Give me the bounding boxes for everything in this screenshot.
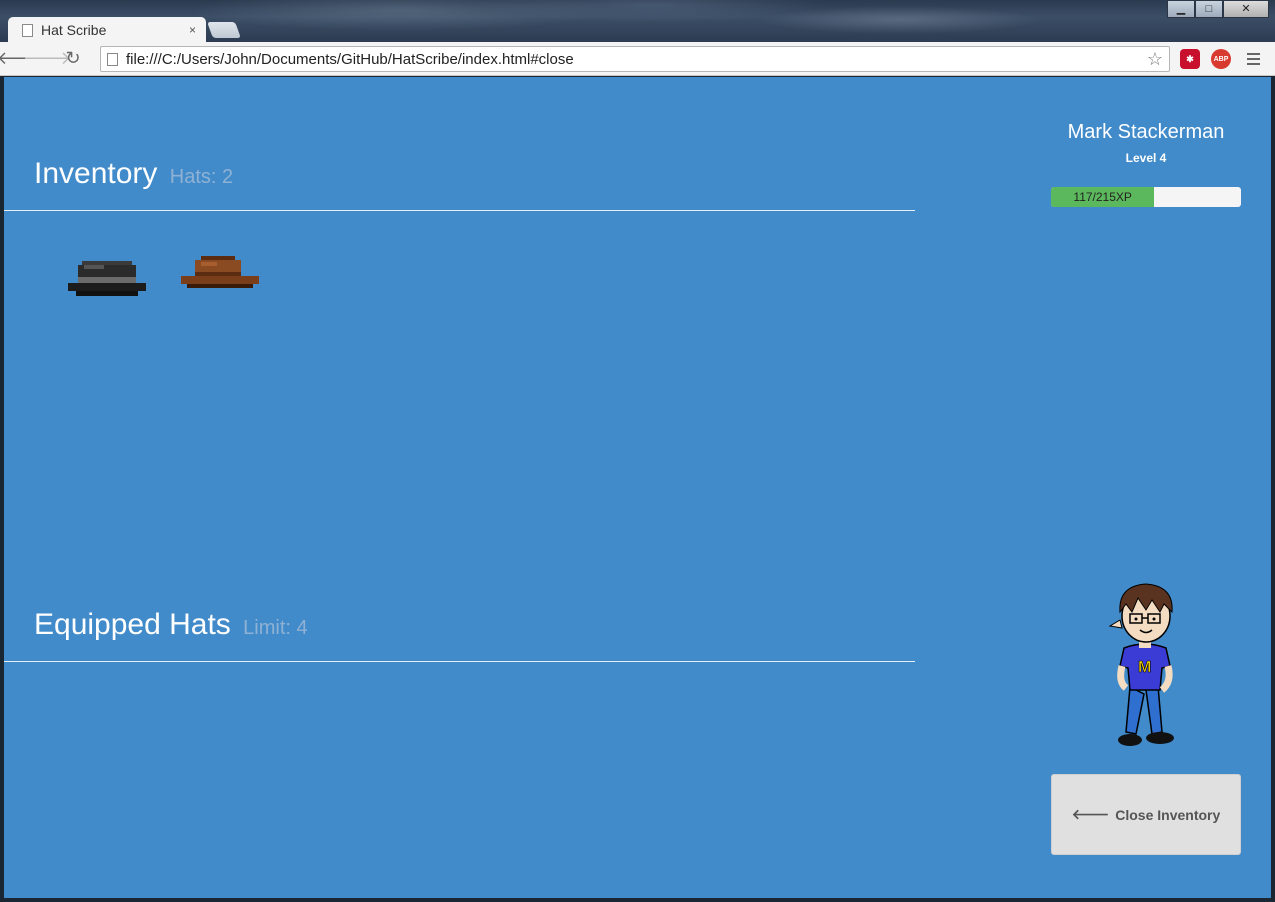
inventory-title: Inventory xyxy=(34,157,158,190)
page-icon xyxy=(107,52,118,66)
window-titlebar: ▁ □ ✕ Hat Scribe × xyxy=(0,0,1275,42)
tab-close-icon[interactable]: × xyxy=(189,23,196,37)
tab-title: Hat Scribe xyxy=(41,22,107,38)
bookmark-star-icon[interactable]: ☆ xyxy=(1147,49,1163,70)
close-inventory-button[interactable]: 🡐 Close Inventory xyxy=(1051,774,1241,855)
xp-progress-bar: 117/215XP xyxy=(1051,187,1241,207)
arrow-left-icon: 🡐 xyxy=(1071,806,1110,822)
maximize-button[interactable]: □ xyxy=(1195,0,1223,18)
reload-icon[interactable]: ↻ xyxy=(60,46,86,72)
hat-count: Hats: 2 xyxy=(169,166,234,188)
url-text[interactable]: file:///C:/Users/John/Documents/GitHub/H… xyxy=(126,51,1147,68)
page-icon xyxy=(22,23,33,37)
forward-icon[interactable]: 🡒 xyxy=(23,46,71,72)
brown-fedora-hat-icon[interactable] xyxy=(179,254,261,296)
browser-toolbar: 🡐 🡒 ↻ file:///C:/Users/John/Documents/Gi… xyxy=(0,42,1275,76)
close-window-button[interactable]: ✕ xyxy=(1223,0,1269,18)
black-fedora-hat-icon[interactable] xyxy=(66,257,148,303)
equipped-heading: Equipped Hats Limit: 4 xyxy=(34,608,308,642)
svg-text:M: M xyxy=(1138,659,1151,676)
minimize-button[interactable]: ▁ xyxy=(1167,0,1195,18)
equipped-divider xyxy=(4,661,915,662)
new-tab-button[interactable] xyxy=(207,22,241,38)
close-inventory-label: Close Inventory xyxy=(1115,806,1221,823)
adblock-extension-icon[interactable]: ABP xyxy=(1211,49,1231,69)
xp-progress-fill: 117/215XP xyxy=(1051,187,1155,207)
player-avatar: M xyxy=(1108,583,1174,746)
xp-text: 117/215XP xyxy=(1073,190,1132,204)
window-controls: ▁ □ ✕ xyxy=(1167,0,1269,18)
equip-limit: Limit: 4 xyxy=(243,617,308,639)
lastpass-extension-icon[interactable]: ✱ xyxy=(1180,49,1200,69)
equipped-title: Equipped Hats xyxy=(34,608,231,641)
browser-tab[interactable]: Hat Scribe × xyxy=(8,17,206,42)
inventory-heading: Inventory Hats: 2 xyxy=(34,157,233,191)
player-name: Mark Stackerman xyxy=(1067,121,1225,143)
app-viewport: Inventory Hats: 2 Equipped Hats Limit: 4… xyxy=(4,77,1271,898)
player-level: Level 4 xyxy=(1125,151,1167,165)
inventory-divider xyxy=(4,210,915,211)
address-bar[interactable]: file:///C:/Users/John/Documents/GitHub/H… xyxy=(100,46,1170,72)
menu-icon[interactable] xyxy=(1243,49,1263,69)
